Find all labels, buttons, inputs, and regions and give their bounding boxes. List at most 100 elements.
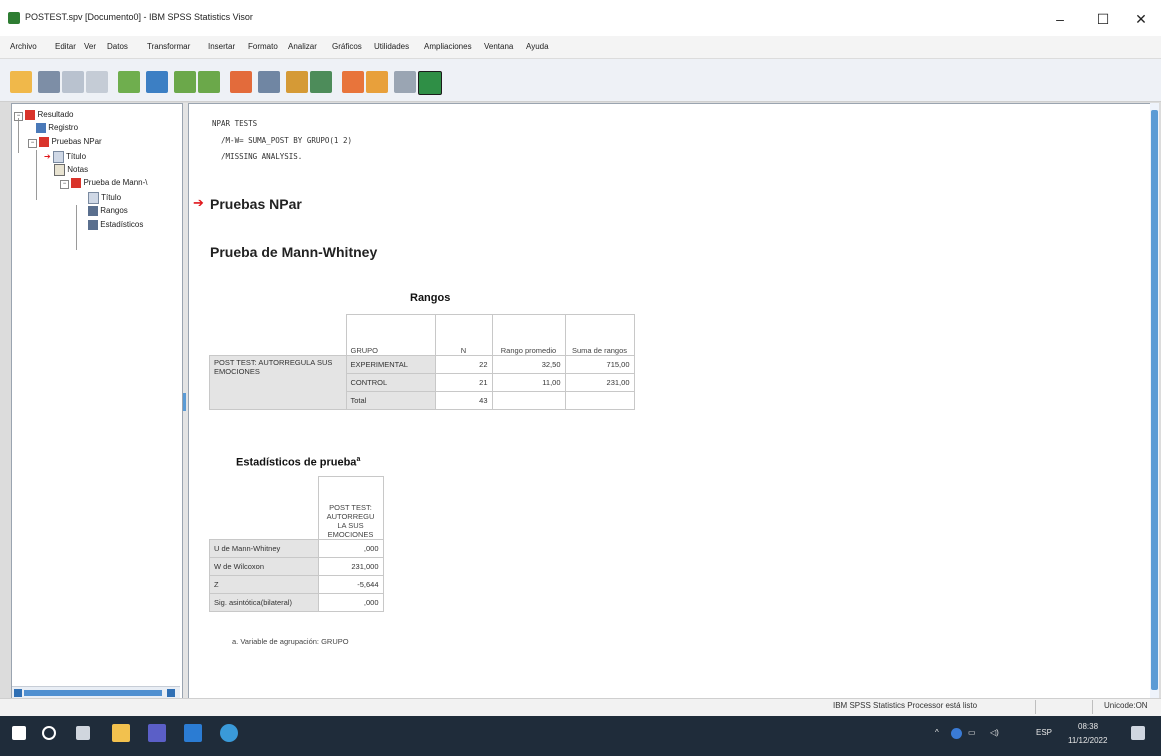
menu-ayuda[interactable]: Ayuda [526, 42, 549, 51]
close-button[interactable]: ✕ [1126, 8, 1156, 30]
cell-sum-ranks: 715,00 [564, 355, 635, 374]
cell-n: 22 [434, 355, 493, 374]
collapse-icon[interactable]: − [14, 112, 23, 122]
scroll-thumb[interactable] [1151, 110, 1158, 690]
browser-icon[interactable] [220, 724, 238, 742]
outline-item-rangos[interactable]: Rangos [88, 206, 128, 216]
status-bar [0, 698, 1161, 717]
spss-icon[interactable] [184, 724, 202, 742]
outline-item-registro[interactable]: Registro [36, 123, 78, 133]
language-indicator[interactable]: ESP [1036, 728, 1052, 737]
table-header-row: GRUPO N Rango promedio Suma de rangos [210, 314, 635, 356]
outline-item-pruebas-npar[interactable]: − Pruebas NPar [28, 137, 102, 149]
volume-icon[interactable]: ◁) [990, 728, 999, 737]
recall-dialog-icon[interactable] [146, 71, 168, 93]
windows-start-icon[interactable] [12, 726, 26, 740]
promote-icon[interactable] [342, 71, 364, 93]
table-footnote: a. Variable de agrupación: GRUPO [232, 637, 349, 646]
clock-time[interactable]: 08:38 [1078, 722, 1098, 731]
outline-item-estadisticos[interactable]: Estadísticos [88, 220, 143, 230]
syntax-line: NPAR TESTS [212, 119, 258, 128]
task-view-icon[interactable] [76, 726, 90, 740]
table-header-row: POST TEST: AUTORREGU LA SUS EMOCIONES [210, 476, 384, 540]
search-icon[interactable] [42, 726, 56, 740]
menu-ventana[interactable]: Ventana [484, 42, 513, 51]
menu-formato[interactable]: Formato [248, 42, 278, 51]
print-preview-icon[interactable] [86, 71, 108, 93]
syntax-line: /MISSING ANALYSIS. [212, 152, 303, 161]
demote-icon[interactable] [366, 71, 388, 93]
outline-label: Registro [48, 123, 79, 133]
open-folder-icon[interactable] [10, 71, 32, 93]
undo-icon[interactable] [174, 71, 196, 93]
processor-status: IBM SPSS Statistics Processor está listo [833, 701, 978, 710]
window-title: POSTEST.spv [Documento0] - IBM SPSS Stat… [25, 12, 253, 22]
notes-icon [54, 164, 65, 176]
notifications-icon[interactable] [1131, 726, 1145, 740]
menu-bar: Archivo Editar Ver Datos Transformar Ins… [0, 36, 1161, 59]
collapse-icon[interactable]: − [60, 180, 69, 190]
goto-data-icon[interactable] [230, 71, 252, 93]
save-icon[interactable] [38, 71, 60, 93]
minimize-button[interactable]: – [1045, 8, 1075, 30]
menu-editar[interactable]: Editar [55, 42, 76, 51]
splitter-handle[interactable] [183, 393, 186, 411]
outline-item-titulo[interactable]: ➔ Título [44, 151, 86, 163]
outline-item-notas[interactable]: Notas [54, 164, 88, 176]
redo-icon[interactable] [198, 71, 220, 93]
scroll-thumb[interactable] [24, 690, 162, 696]
menu-archivo[interactable]: Archivo [10, 42, 37, 51]
outline-item-titulo-2[interactable]: Título [88, 192, 121, 204]
network-icon[interactable]: ▭ [968, 728, 976, 737]
menu-analizar[interactable]: Analizar [288, 42, 317, 51]
file-explorer-icon[interactable] [112, 724, 130, 742]
table-row: Z -5,644 [209, 575, 384, 594]
row-group: Total [345, 391, 436, 410]
outline-item-prueba-mann-whitney[interactable]: − Prueba de Mann-\ [60, 178, 148, 190]
onedrive-icon[interactable] [951, 728, 962, 739]
variables-icon[interactable] [286, 71, 308, 93]
scroll-left-icon[interactable] [14, 689, 22, 697]
designate-window-icon[interactable] [418, 71, 442, 95]
print-icon[interactable] [62, 71, 84, 93]
menu-graficos[interactable]: Gráficos [332, 42, 362, 51]
tray-chevron-icon[interactable]: ^ [935, 728, 939, 737]
chat-icon[interactable] [148, 724, 166, 742]
ranks-table-title: Rangos [410, 292, 451, 304]
row-label-variable: POST TEST: AUTORREGULA SUS EMOCIONES [209, 355, 347, 410]
menu-insertar[interactable]: Insertar [208, 42, 235, 51]
stat-value: -5,644 [317, 575, 384, 594]
outline-label: Rangos [100, 206, 128, 216]
footnote-marker: a [356, 456, 361, 463]
table-icon [88, 220, 98, 230]
menu-ver[interactable]: Ver [84, 42, 96, 51]
collapse-icon[interactable]: − [28, 139, 37, 149]
stat-value: ,000 [317, 539, 384, 558]
insert-table-icon[interactable] [310, 71, 332, 93]
scroll-right-icon[interactable] [167, 689, 175, 697]
cell-mean-rank [491, 391, 566, 410]
maximize-button[interactable]: ☐ [1088, 8, 1118, 30]
cell-n: 43 [434, 391, 493, 410]
row-group: EXPERIMENTAL [345, 355, 436, 374]
export-icon[interactable] [118, 71, 140, 93]
show-all-icon[interactable] [394, 71, 416, 93]
goto-case-icon[interactable] [258, 71, 280, 93]
procedure-folder-icon [71, 178, 82, 188]
syntax-line: /M-W= SUMA_POST BY GRUPO(1 2) [212, 136, 352, 145]
outline-label: Pruebas NPar [51, 137, 102, 147]
table-row: U de Mann-Whitney ,000 [209, 539, 384, 558]
stat-value: ,000 [317, 593, 384, 612]
menu-transformar[interactable]: Transformar [147, 42, 190, 51]
col-header-mean-rank: Rango promedio [491, 314, 566, 356]
clock-date[interactable]: 11/12/2022 [1068, 736, 1107, 745]
menu-datos[interactable]: Datos [107, 42, 128, 51]
menu-ampliaciones[interactable]: Ampliaciones [424, 42, 472, 51]
cell-mean-rank: 32,50 [491, 355, 566, 374]
output-folder-icon [25, 110, 36, 120]
stat-label: U de Mann-Whitney [209, 539, 319, 558]
table-icon [88, 206, 98, 216]
stat-label: W de Wilcoxon [209, 557, 319, 576]
menu-utilidades[interactable]: Utilidades [374, 42, 409, 51]
outline-item-resultado[interactable]: − Resultado [14, 110, 74, 122]
